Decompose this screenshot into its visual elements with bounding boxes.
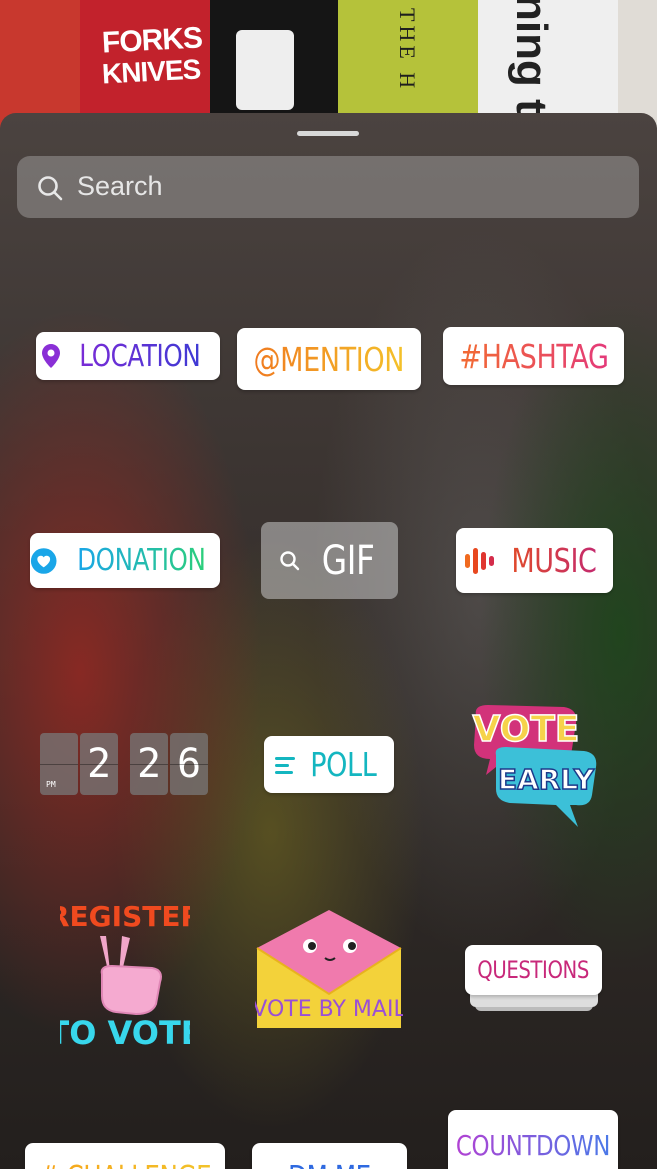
location-label: LOCATION — [79, 338, 201, 374]
search-placeholder: Search — [77, 171, 163, 201]
search-input[interactable]: Search — [17, 156, 639, 218]
register-to-vote-sticker[interactable]: REGISTER TO VOTE — [60, 896, 190, 1051]
clock-digit: 2 — [80, 733, 118, 795]
mention-label: @MENTION — [253, 339, 405, 379]
poll-label: POLL — [309, 745, 377, 784]
location-sticker[interactable]: LOCATION — [36, 332, 220, 380]
vote-by-mail-label: VOTE BY MAIL — [255, 997, 403, 1022]
mention-sticker[interactable]: @MENTION — [237, 328, 421, 390]
countdown-sticker[interactable]: COUNTDOWN — [448, 1110, 618, 1169]
donation-sticker[interactable]: DONATION — [30, 533, 220, 588]
donation-label: DONATION — [77, 543, 207, 578]
register-line2: TO VOTE — [60, 1014, 190, 1051]
vote-early-line1: VOTE — [473, 709, 580, 750]
book-title-2: KNIVES — [101, 53, 201, 90]
dm-me-sticker[interactable]: DM ME — [252, 1143, 407, 1169]
questions-label: QUESTIONS — [477, 956, 590, 984]
countdown-label: COUNTDOWN — [455, 1128, 611, 1162]
questions-sticker[interactable]: QUESTIONS — [465, 945, 602, 995]
book-spine-green: THE H — [395, 8, 420, 93]
poll-lines-icon — [274, 756, 295, 774]
location-pin-icon — [42, 344, 61, 368]
search-icon — [38, 176, 63, 201]
clock-period-cell: PM — [40, 733, 78, 795]
music-bars-icon — [464, 547, 494, 574]
clock-period: PM — [46, 780, 56, 789]
music-sticker[interactable]: MUSIC — [456, 528, 613, 593]
dm-me-label: DM ME — [288, 1160, 371, 1169]
challenge-sticker[interactable]: # CHALLENGE — [25, 1143, 225, 1169]
search-icon — [280, 550, 300, 570]
vote-by-mail-sticker[interactable]: VOTE BY MAIL — [255, 908, 403, 1033]
vote-early-line2: EARLY — [498, 763, 595, 796]
time-sticker[interactable]: PM 2 2 6 — [40, 733, 210, 797]
book-spine-white: ning t — [507, 0, 556, 114]
hashtag-label: #HASHTAG — [458, 336, 609, 376]
clock-digit: 6 — [170, 733, 208, 795]
heart-icon — [30, 547, 57, 574]
sticker-tray: Search LOCATION @MENTION #HASHTAG DONATI… — [0, 113, 657, 1169]
clock-digit: 2 — [130, 733, 168, 795]
vote-early-sticker[interactable]: VOTE EARLY — [466, 703, 600, 831]
hashtag-sticker[interactable]: #HASHTAG — [443, 327, 624, 385]
gif-label: GIF — [322, 537, 375, 584]
poll-sticker[interactable]: POLL — [264, 736, 394, 793]
gif-sticker[interactable]: GIF — [261, 522, 398, 599]
register-line1: REGISTER — [60, 900, 190, 933]
drag-handle[interactable] — [297, 131, 359, 136]
challenge-label: # CHALLENGE — [39, 1160, 212, 1169]
music-label: MUSIC — [510, 541, 597, 580]
